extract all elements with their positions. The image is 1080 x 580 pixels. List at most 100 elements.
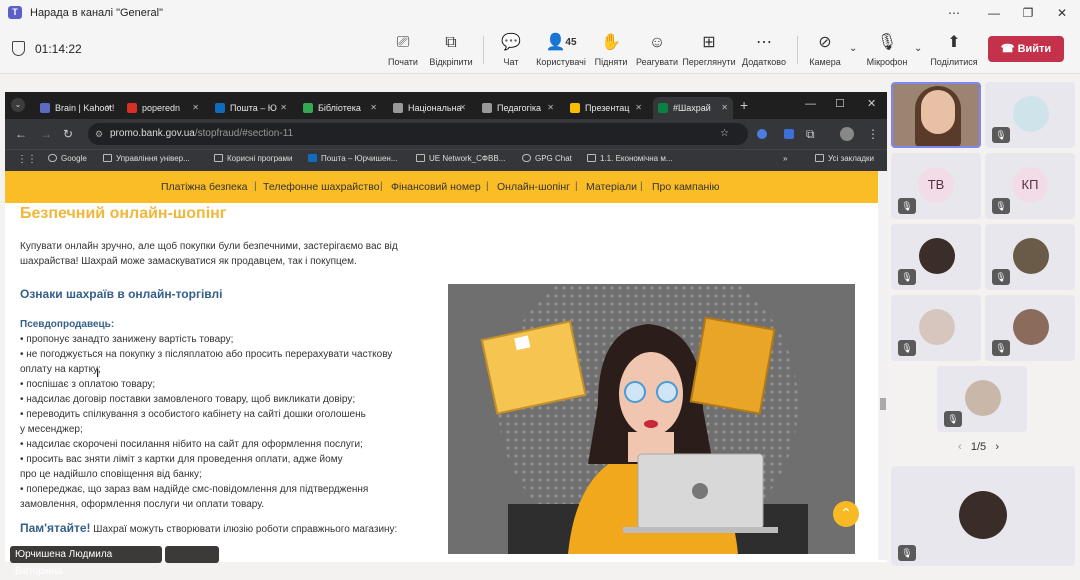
avatar [1013, 96, 1049, 132]
avatar [1013, 238, 1049, 274]
all-bookmarks[interactable]: Усі закладки [815, 154, 874, 163]
browser-tab[interactable]: Brain | Kahoot! ✕ [35, 97, 117, 119]
camera-button[interactable]: ⊘ Камера [795, 32, 855, 67]
participant-tile[interactable]: КП 🎙 [985, 153, 1075, 219]
back-icon[interactable]: ← [15, 127, 27, 141]
page-scrollbar[interactable] [878, 171, 887, 560]
reload-icon[interactable]: ↻ [63, 127, 73, 141]
browser-tab[interactable]: Презентац ✕ [565, 97, 647, 119]
browser-tab[interactable]: Національна ✕ [388, 97, 471, 119]
bookmark[interactable]: 1.1. Економічна м... [587, 154, 673, 163]
participant-tile[interactable]: 🎙 [985, 82, 1075, 148]
more-icon: ⋯ [756, 34, 772, 51]
mic-muted-icon: 🎙 [992, 340, 1010, 356]
minimize-icon[interactable]: — [805, 98, 816, 110]
intro-text: Купувати онлайн зручно, але щоб покупки … [20, 241, 398, 252]
extensions-icon[interactable]: ⧉ [806, 127, 815, 142]
close-tab-icon[interactable]: ✕ [547, 97, 554, 119]
participant-tile[interactable]: 🎙 [891, 224, 981, 290]
close-tab-icon[interactable]: ✕ [280, 97, 287, 119]
chevron-right-icon[interactable]: » [783, 154, 787, 163]
chevron-down-icon[interactable]: ⌄ [914, 43, 922, 54]
scroll-to-top-button[interactable]: ⌃ [833, 501, 859, 527]
leave-button[interactable]: ☎ Вийти [988, 36, 1064, 62]
avatar [965, 380, 1001, 416]
maximize-icon[interactable]: ☐ [835, 97, 845, 110]
mic-button[interactable]: 🎙 Мікрофон [857, 32, 917, 67]
participant-tile[interactable] [891, 82, 981, 148]
bookmark[interactable]: Управління універ... [103, 154, 190, 163]
phone-icon: ☎ [1000, 43, 1018, 55]
bullet-item: про це надійшло сповіщення від банку; [20, 469, 202, 480]
close-tab-icon[interactable]: ✕ [370, 97, 377, 119]
extension-icon[interactable] [757, 129, 767, 139]
favicon-icon [393, 103, 403, 113]
url-input[interactable]: ⚙ promo.bank.gov.ua/stopfraud/#section-1… [88, 123, 748, 145]
bookmark[interactable]: GPG Chat [522, 154, 572, 163]
gpg-icon [522, 154, 531, 162]
close-tab-icon[interactable]: ✕ [192, 97, 199, 119]
minimize-icon[interactable]: — [980, 3, 1008, 23]
unpin-button[interactable]: ⧉ Відкріпити [421, 32, 481, 67]
tab-search-icon[interactable]: ⌄ [11, 98, 25, 112]
participant-tile[interactable]: 🎙 [985, 224, 1075, 290]
page-content: Безпечний онлайн-шопінг Купувати онлайн … [5, 203, 878, 560]
bullet-item: • переводить спілкування з особистого ка… [20, 409, 366, 420]
bookmark[interactable]: Пошта – Юрчишен... [308, 154, 397, 163]
star-icon[interactable]: ☆ [720, 123, 729, 145]
nav-separator: | [640, 181, 643, 192]
maximize-icon[interactable]: ❐ [1014, 3, 1042, 23]
close-tab-icon[interactable]: ✕ [459, 97, 466, 119]
participant-tile[interactable]: 🎙 [937, 366, 1027, 432]
bookmarks-bar: ⋮⋮ Google Управління універ... Корисні п… [5, 149, 887, 171]
site-info-icon[interactable]: ⚙ [95, 123, 103, 145]
close-tab-icon[interactable]: ✕ [635, 97, 642, 119]
nav-phone-fraud[interactable]: Телефонне шахрайство [263, 181, 380, 193]
section-heading: Ознаки шахраїв в онлайн-торгівлі [20, 287, 223, 301]
participant-tile[interactable]: 🎙 [891, 295, 981, 361]
chevron-right-icon[interactable]: › [995, 441, 999, 453]
nav-materials[interactable]: Матеріали [586, 181, 637, 193]
browser-tab[interactable]: Бібліотека ✕ [298, 97, 382, 119]
bookmark[interactable]: UE Network_СФВВ... [416, 154, 505, 163]
react-button[interactable]: ☺ Реагувати [627, 32, 687, 67]
browser-tab[interactable]: #Шахрай ✕ [653, 97, 733, 119]
new-tab-icon[interactable]: + [740, 97, 748, 113]
nav-financial-number[interactable]: Фінансовий номер [391, 181, 481, 193]
bookmark[interactable]: Google [48, 154, 87, 163]
apps-icon[interactable]: ⋮⋮ [17, 154, 37, 165]
intro-text: шахрайства! Шахрай може замаскуватися як… [20, 256, 357, 267]
address-bar: ← → ↻ ⚙ promo.bank.gov.ua/stopfraud/#sec… [5, 119, 887, 149]
scrollbar-thumb[interactable] [880, 398, 886, 410]
more-icon[interactable]: ⋯ [940, 3, 968, 23]
profile-avatar[interactable] [840, 127, 854, 141]
mic-muted-icon: 🎙 [992, 269, 1010, 285]
browser-tab[interactable]: Педагогіка ✕ [477, 97, 559, 119]
browser-tab[interactable]: poperedn ✕ [122, 97, 204, 119]
extension-icon[interactable] [784, 129, 794, 139]
close-icon[interactable]: ✕ [1048, 3, 1076, 23]
more-button[interactable]: ⋯ Додатково [734, 32, 794, 67]
participant-tile[interactable]: 🎙 [985, 295, 1075, 361]
browser-tab[interactable]: Пошта – Ю ✕ [210, 97, 292, 119]
bullet-item: • просить вас зняти ліміт з картки для п… [20, 454, 343, 465]
close-tab-icon[interactable]: ✕ [721, 97, 728, 119]
participant-tile[interactable]: 🎙 [891, 466, 1075, 566]
bookmark[interactable]: Корисні програми [214, 154, 292, 163]
nav-about[interactable]: Про кампанію [652, 181, 720, 193]
menu-icon[interactable]: ⋮ [867, 127, 879, 141]
close-tab-icon[interactable]: ✕ [105, 97, 112, 119]
chevron-left-icon[interactable]: ‹ [958, 441, 962, 453]
nav-payment-security[interactable]: Платіжна безпека [161, 181, 248, 193]
google-icon [48, 154, 57, 162]
close-icon[interactable]: ✕ [867, 97, 876, 110]
window-title: Нарада в каналі "General" [30, 7, 164, 19]
camera-off-icon: ⊘ [818, 34, 832, 51]
participant-tile[interactable]: ТВ 🎙 [891, 153, 981, 219]
share-button[interactable]: ⬆ Поділитися [924, 32, 984, 67]
view-button[interactable]: ⊞ Переглянути [679, 32, 739, 67]
forward-icon[interactable]: → [40, 127, 52, 141]
participant-video [921, 90, 955, 134]
bullet-item: • надсилає скорочені посилання нібито на… [20, 439, 363, 450]
nav-online-shopping[interactable]: Онлайн-шопінг [497, 181, 570, 193]
